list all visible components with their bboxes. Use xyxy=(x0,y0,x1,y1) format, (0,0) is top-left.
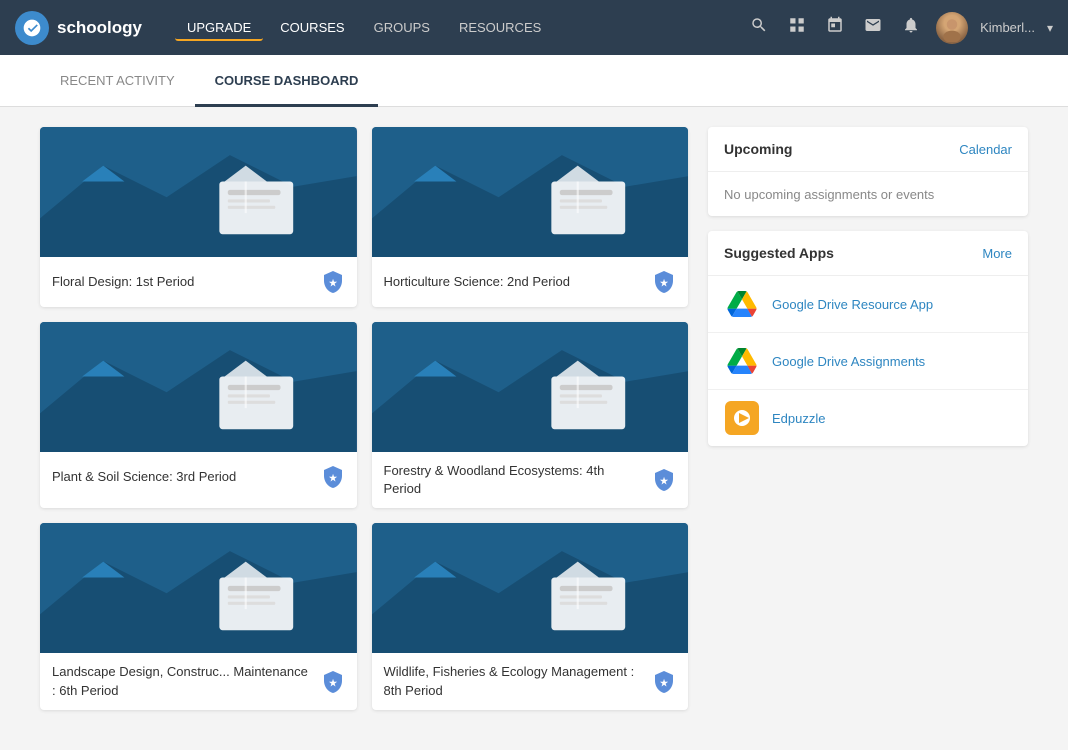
course-thumbnail-2 xyxy=(372,127,689,257)
upcoming-empty-text: No upcoming assignments or events xyxy=(724,187,934,202)
course-name-2: Horticulture Science: 2nd Period xyxy=(384,273,645,291)
course-thumbnail-4 xyxy=(372,322,689,452)
upcoming-section: Upcoming Calendar No upcoming assignment… xyxy=(708,127,1028,216)
course-name-5: Landscape Design, Construc... Maintenanc… xyxy=(52,663,313,699)
svg-text:★: ★ xyxy=(660,678,669,688)
upcoming-body: No upcoming assignments or events xyxy=(708,172,1028,216)
course-card-1[interactable]: Floral Design: 1st Period ★ xyxy=(40,127,357,307)
mail-icon[interactable] xyxy=(860,12,886,43)
avatar[interactable] xyxy=(936,12,968,44)
upcoming-title: Upcoming xyxy=(724,141,792,157)
course-thumbnail-6 xyxy=(372,523,689,653)
course-name-6: Wildlife, Fisheries & Ecology Management… xyxy=(384,663,645,699)
app-item-edpuzzle[interactable]: Edpuzzle xyxy=(708,389,1028,446)
tab-course-dashboard[interactable]: COURSE DASHBOARD xyxy=(195,55,379,107)
app-item-gdrive-resource[interactable]: Google Drive Resource App xyxy=(708,276,1028,332)
suggested-apps-title: Suggested Apps xyxy=(724,245,834,261)
nav-upgrade[interactable]: UPGRADE xyxy=(175,14,263,41)
logo-circle xyxy=(15,11,49,45)
course-card-3[interactable]: Plant & Soil Science: 3rd Period ★ xyxy=(40,322,357,508)
logo[interactable]: schoology xyxy=(15,11,155,45)
suggested-apps-header: Suggested Apps More xyxy=(708,231,1028,276)
course-info-3: Plant & Soil Science: 3rd Period ★ xyxy=(40,452,357,502)
svg-text:★: ★ xyxy=(328,678,337,688)
course-grid: Floral Design: 1st Period ★ xyxy=(40,127,688,710)
edpuzzle-icon xyxy=(724,400,760,436)
course-badge-1: ★ xyxy=(321,270,345,294)
suggested-apps-section: Suggested Apps More Google Drive Resourc… xyxy=(708,231,1028,446)
tabs-bar: RECENT ACTIVITY COURSE DASHBOARD xyxy=(0,55,1068,107)
edpuzzle-app-name[interactable]: Edpuzzle xyxy=(772,411,825,426)
course-name-1: Floral Design: 1st Period xyxy=(52,273,313,291)
course-info-4: Forestry & Woodland Ecosystems: 4th Peri… xyxy=(372,452,689,508)
more-apps-link[interactable]: More xyxy=(982,246,1012,261)
course-card-4[interactable]: Forestry & Woodland Ecosystems: 4th Peri… xyxy=(372,322,689,508)
course-name-4: Forestry & Woodland Ecosystems: 4th Peri… xyxy=(384,462,645,498)
course-badge-2: ★ xyxy=(652,270,676,294)
gdrive-resource-icon xyxy=(724,286,760,322)
svg-text:★: ★ xyxy=(660,476,669,486)
gdrive-assignments-app-name[interactable]: Google Drive Assignments xyxy=(772,354,925,369)
svg-text:★: ★ xyxy=(328,473,337,483)
navbar-right: Kimberl... ▾ xyxy=(746,12,1053,44)
search-icon[interactable] xyxy=(746,12,772,43)
nav-links: UPGRADE COURSES GROUPS RESOURCES xyxy=(175,14,553,41)
course-badge-4: ★ xyxy=(652,468,676,492)
course-info-1: Floral Design: 1st Period ★ xyxy=(40,257,357,307)
calendar-icon[interactable] xyxy=(822,12,848,43)
upcoming-header: Upcoming Calendar xyxy=(708,127,1028,172)
course-name-3: Plant & Soil Science: 3rd Period xyxy=(52,468,313,486)
course-card-2[interactable]: Horticulture Science: 2nd Period ★ xyxy=(372,127,689,307)
nav-resources[interactable]: RESOURCES xyxy=(447,14,553,41)
nav-groups[interactable]: GROUPS xyxy=(362,14,442,41)
svg-text:★: ★ xyxy=(660,278,669,288)
course-info-6: Wildlife, Fisheries & Ecology Management… xyxy=(372,653,689,709)
apps-grid-icon[interactable] xyxy=(784,12,810,43)
avatar-inner xyxy=(936,12,968,44)
tab-recent-activity[interactable]: RECENT ACTIVITY xyxy=(40,55,195,107)
course-info-5: Landscape Design, Construc... Maintenanc… xyxy=(40,653,357,709)
gdrive-resource-app-name[interactable]: Google Drive Resource App xyxy=(772,297,933,312)
bell-icon[interactable] xyxy=(898,12,924,43)
calendar-link[interactable]: Calendar xyxy=(959,142,1012,157)
dropdown-caret-icon[interactable]: ▾ xyxy=(1047,21,1053,35)
course-badge-6: ★ xyxy=(652,670,676,694)
nav-courses[interactable]: COURSES xyxy=(268,14,356,41)
username-label[interactable]: Kimberl... xyxy=(980,20,1035,35)
course-thumbnail-1 xyxy=(40,127,357,257)
logo-text: schoology xyxy=(57,18,142,38)
course-thumbnail-5 xyxy=(40,523,357,653)
course-badge-5: ★ xyxy=(321,670,345,694)
svg-text:★: ★ xyxy=(328,278,337,288)
course-thumbnail-3 xyxy=(40,322,357,452)
course-card-6[interactable]: Wildlife, Fisheries & Ecology Management… xyxy=(372,523,689,709)
sidebar: Upcoming Calendar No upcoming assignment… xyxy=(708,127,1028,710)
app-item-gdrive-assignments[interactable]: Google Drive Assignments xyxy=(708,332,1028,389)
gdrive-assignments-icon xyxy=(724,343,760,379)
course-badge-3: ★ xyxy=(321,465,345,489)
course-card-5[interactable]: Landscape Design, Construc... Maintenanc… xyxy=(40,523,357,709)
navbar: schoology UPGRADE COURSES GROUPS RESOURC… xyxy=(0,0,1068,55)
main-container: Floral Design: 1st Period ★ xyxy=(0,107,1068,730)
course-info-2: Horticulture Science: 2nd Period ★ xyxy=(372,257,689,307)
